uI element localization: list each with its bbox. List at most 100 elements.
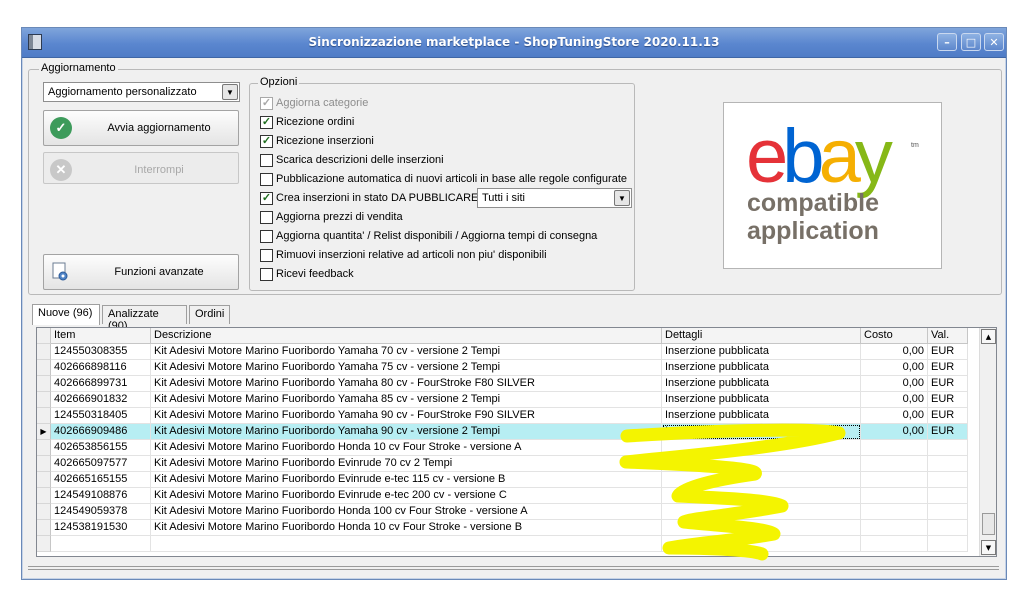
trademark-mark: tm [911, 142, 919, 149]
table-cell: Kit Adesivi Motore Marino Fuoribordo Hon… [151, 520, 662, 536]
checkbox-unchecked-icon[interactable] [260, 249, 273, 262]
table-row[interactable]: 402665097577 Kit Adesivi Motore Marino Fu… [37, 456, 981, 472]
table-cell [928, 440, 968, 456]
table-cell [662, 520, 861, 536]
row-selector[interactable] [37, 328, 51, 344]
row-selector[interactable] [37, 408, 51, 424]
table-row[interactable]: ▶ 402666909486 Kit Adesivi Motore Marino F… [37, 424, 981, 440]
table-row[interactable]: 124550308355 Kit Adesivi Motore Marino Fu… [37, 344, 981, 360]
divider [28, 569, 999, 570]
table-row[interactable]: 402666898116 Kit Adesivi Motore Marino Fu… [37, 360, 981, 376]
table-cell: Inserzione pubblicata [662, 392, 861, 408]
table-cell [861, 520, 928, 536]
cancel-icon: ✕ [50, 159, 72, 181]
minimize-button[interactable]: – [937, 33, 957, 51]
scroll-down-icon[interactable]: ▼ [981, 540, 996, 555]
table-cell: 402666909486 [51, 424, 151, 440]
table-cell [861, 488, 928, 504]
advanced-functions-button[interactable]: Funzioni avanzate [43, 254, 239, 290]
table-cell [662, 504, 861, 520]
table-cell: Kit Adesivi Motore Marino Fuoribordo Evi… [151, 472, 662, 488]
table-cell: Inserzione pubblicata [662, 344, 861, 360]
table-cell [928, 456, 968, 472]
sync-window: Sincronizzazione marketplace - ShopTunin… [21, 27, 1007, 580]
row-selector[interactable] [37, 456, 51, 472]
table-cell: Kit Adesivi Motore Marino Fuoribordo Yam… [151, 408, 662, 424]
table-row[interactable]: 124538191530 Kit Adesivi Motore Marino Fu… [37, 520, 981, 536]
table-cell: 124550318405 [51, 408, 151, 424]
chevron-down-icon[interactable]: ▼ [614, 190, 630, 206]
title-bar[interactable]: Sincronizzazione marketplace - ShopTunin… [22, 28, 1006, 58]
table-row[interactable]: 402653856155 Kit Adesivi Motore Marino Fu… [37, 440, 981, 456]
current-row-arrow-icon[interactable]: ▶ [37, 424, 51, 440]
close-button[interactable]: ✕ [984, 33, 1004, 51]
table-cell: EUR [928, 360, 968, 376]
column-header[interactable]: Dettagli [662, 328, 861, 344]
checkbox-unchecked-icon[interactable] [260, 173, 273, 186]
start-update-button[interactable]: ✓ Avvia aggiornamento [43, 110, 239, 146]
row-selector[interactable] [37, 536, 51, 552]
table-cell: EUR [928, 408, 968, 424]
table-cell: 0,00 [861, 376, 928, 392]
row-selector[interactable] [37, 440, 51, 456]
table-cell [861, 456, 928, 472]
checkbox-checked-icon[interactable]: ✓ [260, 192, 273, 205]
tab-nuove[interactable]: Nuove (96) [32, 304, 100, 325]
checkbox-checked-icon[interactable]: ✓ [260, 116, 273, 129]
row-selector[interactable] [37, 344, 51, 360]
option-label: Pubblicazione automatica di nuovi artico… [276, 173, 627, 185]
items-grid-body: Item Descrizione Dettagli Costo Val. 12455030… [37, 328, 981, 556]
table-cell: Kit Adesivi Motore Marino Fuoribordo Hon… [151, 504, 662, 520]
table-cell: Kit Adesivi Motore Marino Fuoribordo Yam… [151, 392, 662, 408]
checkbox-checked-icon[interactable]: ✓ [260, 135, 273, 148]
checkbox-checked-icon[interactable]: ✓ [260, 97, 273, 110]
table-row[interactable]: 124549059378 Kit Adesivi Motore Marino Fu… [37, 504, 981, 520]
table-row[interactable]: 124549108876 Kit Adesivi Motore Marino Fu… [37, 488, 981, 504]
row-selector[interactable] [37, 504, 51, 520]
scroll-up-icon[interactable]: ▲ [981, 329, 996, 344]
table-cell [928, 472, 968, 488]
row-selector[interactable] [37, 488, 51, 504]
column-header[interactable]: Descrizione [151, 328, 662, 344]
row-selector[interactable] [37, 392, 51, 408]
option-label: Scarica descrizioni delle inserzioni [276, 154, 444, 166]
row-selector[interactable] [37, 472, 51, 488]
table-cell: EUR [928, 424, 968, 440]
scrollbar-thumb[interactable] [982, 513, 995, 535]
table-cell: Inserzione pubblicata [662, 408, 861, 424]
stop-button[interactable]: ✕ Interrompi [43, 152, 239, 184]
table-cell: 402666898116 [51, 360, 151, 376]
sites-select[interactable]: Tutti i siti ▼ [477, 188, 632, 208]
table-row[interactable] [37, 536, 981, 552]
table-row[interactable]: 124550318405 Kit Adesivi Motore Marino Fu… [37, 408, 981, 424]
table-cell: 402666899731 [51, 376, 151, 392]
column-header[interactable]: Item [51, 328, 151, 344]
row-selector[interactable] [37, 376, 51, 392]
table-cell: Kit Adesivi Motore Marino Fuoribordo Yam… [151, 424, 662, 440]
table-cell [662, 456, 861, 472]
vertical-scrollbar[interactable]: ▲ ▼ [979, 328, 996, 556]
settings-document-icon [50, 261, 72, 283]
table-cell: 402666901832 [51, 392, 151, 408]
ebay-letter-b: b [782, 114, 824, 199]
update-mode-select[interactable]: Aggiornamento personalizzato ▼ [43, 82, 240, 102]
chevron-down-icon[interactable]: ▼ [222, 84, 238, 100]
table-row[interactable]: 402666901832 Kit Adesivi Motore Marino Fu… [37, 392, 981, 408]
checkbox-unchecked-icon[interactable] [260, 211, 273, 224]
row-selector[interactable] [37, 520, 51, 536]
table-cell [861, 472, 928, 488]
row-selector[interactable] [37, 360, 51, 376]
table-cell [928, 504, 968, 520]
tab-ordini[interactable]: Ordini [189, 305, 230, 324]
tab-analizzate[interactable]: Analizzate (90) [102, 305, 187, 332]
checkbox-unchecked-icon[interactable] [260, 154, 273, 167]
maximize-button[interactable]: □ [961, 33, 981, 51]
checkbox-unchecked-icon[interactable] [260, 230, 273, 243]
checkbox-unchecked-icon[interactable] [260, 268, 273, 281]
table-row[interactable]: 402665165155 Kit Adesivi Motore Marino Fu… [37, 472, 981, 488]
ebay-letter-e: e [746, 114, 788, 199]
start-update-label: Avvia aggiornamento [107, 122, 211, 134]
column-header[interactable]: Costo [861, 328, 928, 344]
table-row[interactable]: 402666899731 Kit Adesivi Motore Marino Fu… [37, 376, 981, 392]
column-header[interactable]: Val. [928, 328, 968, 344]
